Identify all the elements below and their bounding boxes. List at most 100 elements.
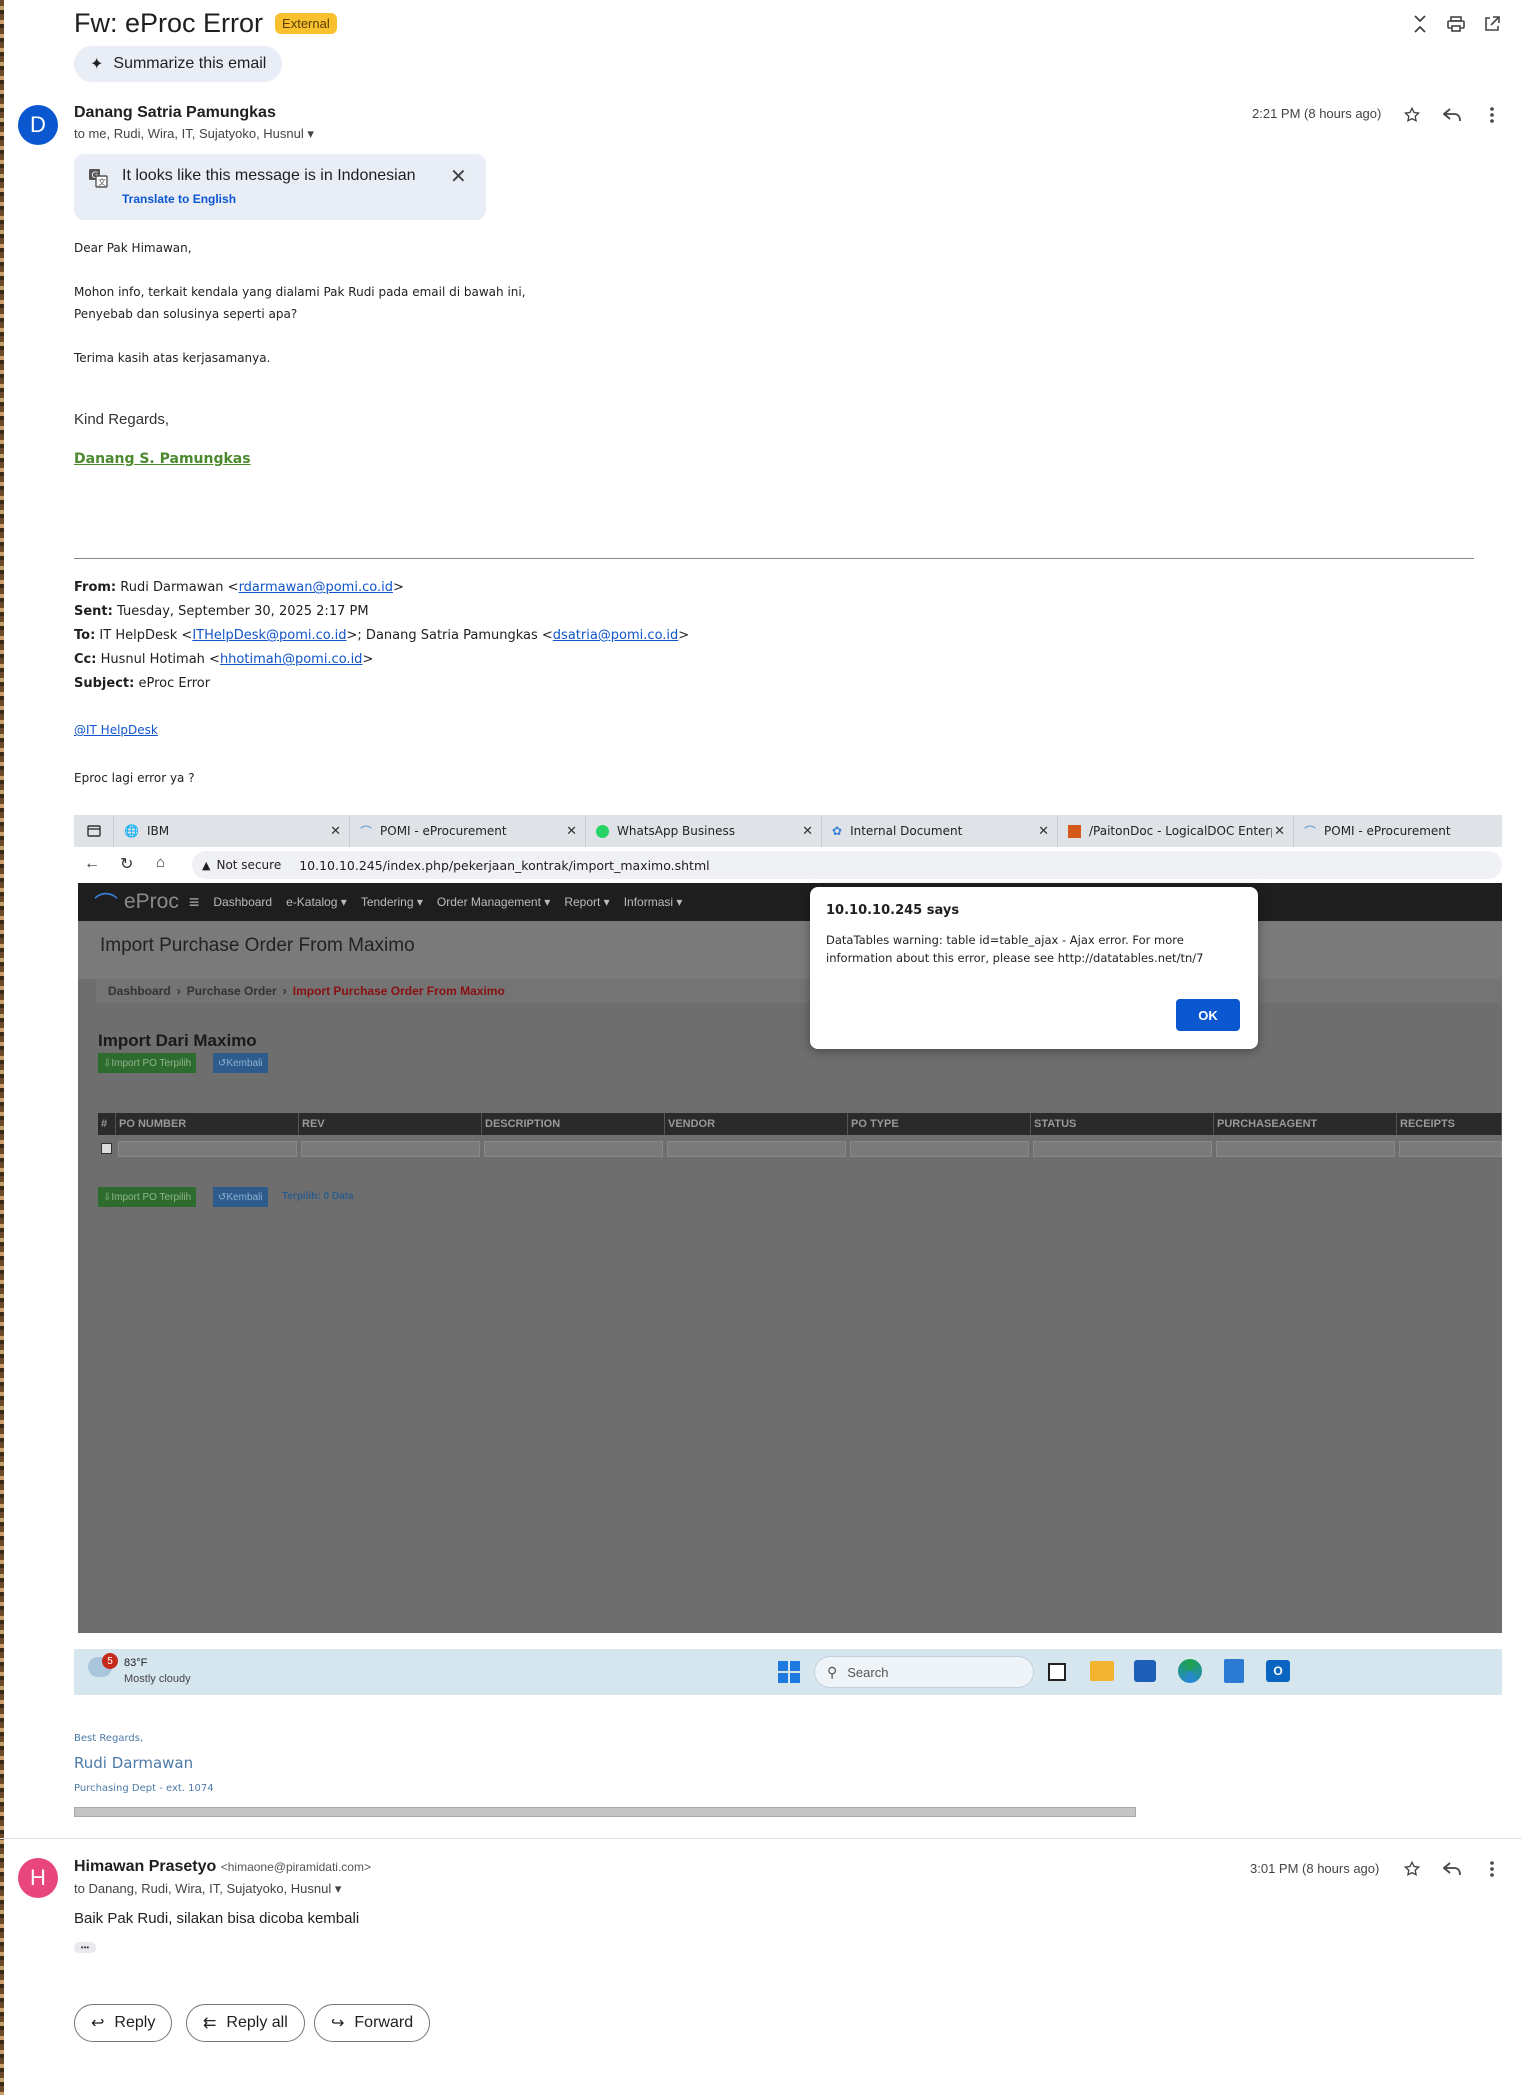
to-email-link-2[interactable]: dsatria@pomi.co.id xyxy=(553,628,679,643)
column-header[interactable]: DESCRIPTION xyxy=(482,1113,665,1135)
globe-icon: 🌐 xyxy=(124,824,139,838)
from-email-link[interactable]: rdarmawan@pomi.co.id xyxy=(239,580,393,595)
message-body: Baik Pak Rudi, silakan bisa dicoba kemba… xyxy=(74,1910,360,1927)
reload-icon[interactable]: ↻ xyxy=(120,854,133,874)
import-po-button[interactable]: ⇩ Import PO Terpilih xyxy=(98,1053,197,1073)
warning-icon: ▲ xyxy=(202,858,211,872)
filter-input[interactable] xyxy=(850,1141,1029,1157)
eproc-logo[interactable]: eProc xyxy=(124,890,179,914)
svg-text:文: 文 xyxy=(98,177,106,187)
close-tab-icon[interactable]: ✕ xyxy=(1038,824,1049,839)
scrollbar-horizontal[interactable] xyxy=(74,1807,1136,1817)
dialog-ok-button[interactable]: OK xyxy=(1176,999,1240,1031)
nav-dashboard[interactable]: Dashboard xyxy=(213,895,272,909)
tab-title: POMI - eProcurement xyxy=(1324,824,1451,838)
recipients[interactable]: to me, Rudi, Wira, IT, Sujatyoko, Husnul… xyxy=(74,126,314,142)
nav-tendering[interactable]: Tendering ▾ xyxy=(361,895,423,909)
signature-name[interactable]: Danang S. Pamungkas xyxy=(74,451,251,467)
close-tab-icon[interactable]: ✕ xyxy=(1272,823,1285,839)
sender-name[interactable]: Danang Satria Pamungkas xyxy=(74,104,276,122)
url-input[interactable]: ▲ Not secure 10.10.10.245/index.php/peke… xyxy=(192,851,1502,879)
nav-order-management[interactable]: Order Management ▾ xyxy=(437,895,550,909)
column-header[interactable]: RECEIPTS xyxy=(1397,1113,1502,1135)
more-vert-icon[interactable] xyxy=(1476,99,1508,131)
po-table: # PO NUMBER REV DESCRIPTION VENDOR PO TY… xyxy=(98,1113,1502,1161)
translate-link[interactable]: Translate to English xyxy=(122,192,236,206)
back-button-bottom[interactable]: ↺ Kembali xyxy=(213,1187,268,1207)
close-tab-icon[interactable]: ✕ xyxy=(802,824,813,839)
forward-label: Forward xyxy=(354,2014,414,2031)
cc-email-link[interactable]: hhotimah@pomi.co.id xyxy=(220,652,363,667)
reply-all-button[interactable]: ⇇ Reply all xyxy=(186,2004,305,2042)
recipients[interactable]: to Danang, Rudi, Wira, IT, Sujatyoko, Hu… xyxy=(74,1881,341,1897)
close-tab-icon[interactable]: ✕ xyxy=(566,824,577,839)
more-vert-icon[interactable] xyxy=(1476,1853,1508,1885)
star-icon[interactable] xyxy=(1396,99,1428,131)
column-header[interactable]: PURCHASEAGENT xyxy=(1214,1113,1397,1135)
translate-icon: G文 xyxy=(88,168,108,193)
filter-input[interactable] xyxy=(1399,1141,1502,1157)
edge-browser-icon[interactable] xyxy=(1178,1659,1202,1683)
column-header[interactable]: VENDOR xyxy=(665,1113,848,1135)
column-header[interactable]: STATUS xyxy=(1031,1113,1214,1135)
browser-tab[interactable]: ✿ Internal Document ✕ xyxy=(822,815,1058,847)
notepad-icon[interactable] xyxy=(1224,1659,1244,1683)
embedded-screenshot: 🌐 IBM ✕ ⌒ POMI - eProcurement ✕ WhatsApp Bus… xyxy=(74,815,1502,1695)
windows-start-icon[interactable] xyxy=(778,1661,800,1683)
home-icon[interactable]: ⌂ xyxy=(156,854,165,871)
reply-icon[interactable] xyxy=(1436,1853,1468,1885)
nav-report[interactable]: Report ▾ xyxy=(564,895,609,909)
browser-tab[interactable]: ⌒ POMI - eProcurement ✕ xyxy=(350,815,586,847)
nav-informasi[interactable]: Informasi ▾ xyxy=(624,895,683,909)
summarize-button[interactable]: ✦ Summarize this email xyxy=(74,46,283,82)
browser-tab[interactable]: ⌒ POMI - eProcurement xyxy=(1294,815,1502,847)
column-header[interactable]: PO TYPE xyxy=(848,1113,1031,1135)
print-icon[interactable] xyxy=(1440,8,1472,40)
sender-name[interactable]: Himawan Prasetyo xyxy=(74,1858,216,1875)
sig-name: Rudi Darmawan xyxy=(74,1754,194,1772)
back-button[interactable]: ↺ Kembali xyxy=(213,1053,268,1073)
filter-input[interactable] xyxy=(301,1141,480,1157)
avatar[interactable]: D xyxy=(18,105,58,145)
tab-actions-icon[interactable] xyxy=(74,815,114,847)
mention-link[interactable]: @IT HelpDesk xyxy=(74,723,158,737)
filter-input[interactable] xyxy=(1216,1141,1395,1157)
forward-button[interactable]: ↪ Forward xyxy=(314,2004,431,2042)
browser-tab[interactable]: /PaitonDoc - LogicalDOC Enterpr ✕ xyxy=(1058,815,1294,847)
filter-input[interactable] xyxy=(484,1141,663,1157)
file-explorer-icon[interactable] xyxy=(1090,1661,1114,1681)
store-icon[interactable] xyxy=(1134,1660,1156,1682)
breadcrumb-purchase-order[interactable]: Purchase Order xyxy=(187,984,277,998)
collapse-all-icon[interactable] xyxy=(1404,8,1436,40)
filter-input[interactable] xyxy=(667,1141,846,1157)
reply-icon[interactable] xyxy=(1436,99,1468,131)
filter-input[interactable] xyxy=(118,1141,297,1157)
filter-input[interactable] xyxy=(1033,1141,1212,1157)
reply-label: Reply xyxy=(114,2014,156,2031)
outlook-icon[interactable]: O xyxy=(1266,1660,1290,1682)
column-header[interactable]: PO NUMBER xyxy=(116,1113,299,1135)
browser-tab[interactable]: WhatsApp Business ✕ xyxy=(586,815,822,847)
select-all-checkbox[interactable] xyxy=(101,1143,112,1154)
import-po-button-bottom[interactable]: ⇩ Import PO Terpilih xyxy=(98,1187,197,1207)
taskbar-search[interactable]: ⚲ Search xyxy=(814,1656,1034,1688)
close-tab-icon[interactable]: ✕ xyxy=(330,824,341,839)
breadcrumb-dashboard[interactable]: Dashboard xyxy=(108,984,171,998)
back-icon[interactable]: ← xyxy=(84,855,100,873)
star-icon[interactable] xyxy=(1396,1853,1428,1885)
nav-ekatalog[interactable]: e-Katalog ▾ xyxy=(286,895,347,909)
hamburger-icon[interactable]: ≡ xyxy=(189,892,200,913)
close-icon[interactable]: ✕ xyxy=(450,164,467,189)
forward-icon: ↪ xyxy=(331,2015,345,2032)
reply-button[interactable]: ↩ Reply xyxy=(74,2004,173,2042)
show-trimmed-button[interactable]: ••• xyxy=(74,1942,96,1953)
task-view-icon[interactable] xyxy=(1048,1663,1066,1681)
column-header[interactable]: REV xyxy=(299,1113,482,1135)
not-secure-label[interactable]: Not secure xyxy=(216,858,281,872)
avatar[interactable]: H xyxy=(18,1858,58,1898)
browser-tab[interactable]: 🌐 IBM ✕ xyxy=(114,815,350,847)
email-subject: Fw: eProc Error xyxy=(74,8,264,38)
open-new-window-icon[interactable] xyxy=(1476,8,1508,40)
to-email-link-1[interactable]: ITHelpDesk@pomi.co.id xyxy=(192,628,346,643)
dialog-title: 10.10.10.245 says xyxy=(826,903,960,918)
